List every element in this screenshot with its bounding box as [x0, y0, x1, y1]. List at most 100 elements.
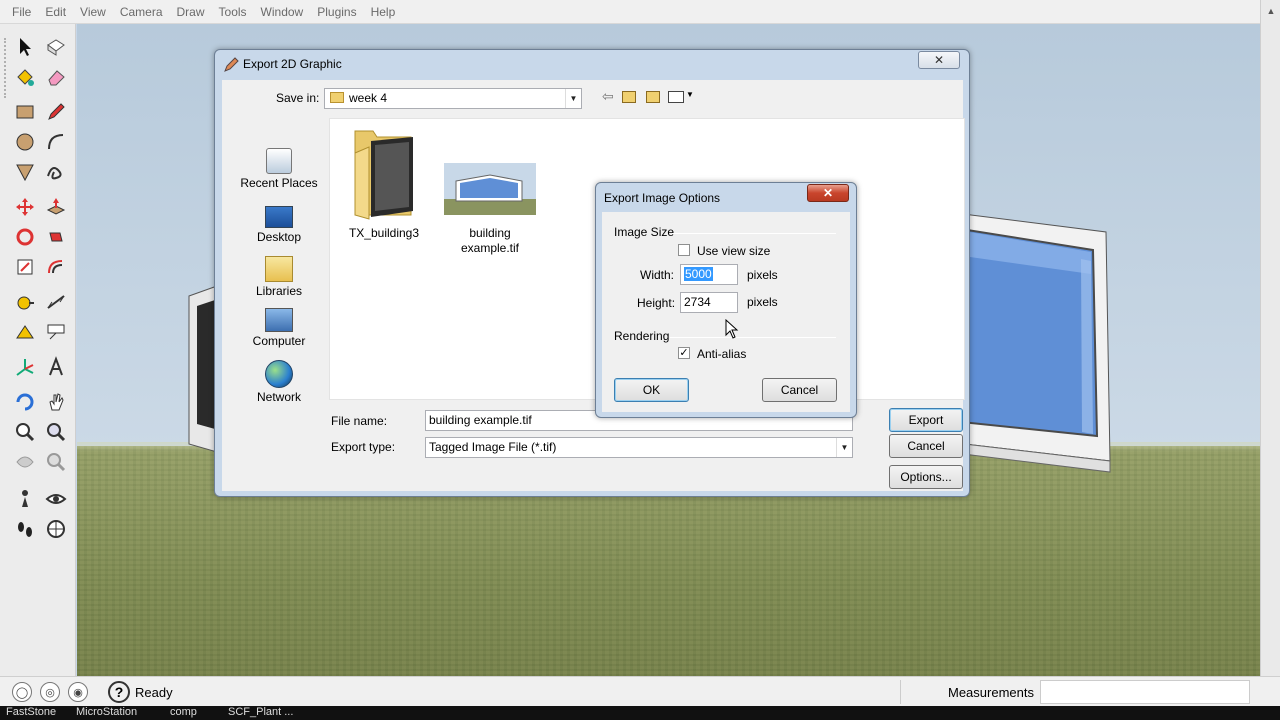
tool-palette: [0, 24, 76, 676]
previous-view-icon[interactable]: [12, 449, 38, 475]
taskbar-item[interactable]: comp: [170, 706, 197, 718]
place-label: Computer: [252, 334, 306, 348]
place-network[interactable]: Network: [230, 360, 328, 404]
menu-edit[interactable]: Edit: [45, 5, 66, 19]
network-globe-icon: [265, 360, 293, 388]
menu-plugins[interactable]: Plugins: [317, 5, 356, 19]
save-in-dropdown[interactable]: week 4 ▼: [324, 88, 582, 109]
place-label: Libraries: [255, 284, 303, 298]
protractor-icon[interactable]: [12, 319, 38, 345]
cancel-button[interactable]: Cancel: [889, 434, 963, 458]
menu-view[interactable]: View: [80, 5, 106, 19]
eraser-icon[interactable]: [43, 64, 69, 90]
taskbar-item[interactable]: FastStone: [6, 706, 56, 718]
look-around-icon[interactable]: [43, 486, 69, 512]
select-tool-icon[interactable]: [12, 34, 38, 60]
zoom-tool-icon[interactable]: [12, 419, 38, 445]
libraries-icon: [265, 256, 293, 282]
circle-tool-icon[interactable]: [12, 129, 38, 155]
component-tool-icon[interactable]: [43, 34, 69, 60]
axes-tool-icon[interactable]: [12, 354, 38, 380]
geo-location-icon[interactable]: ◯: [12, 682, 32, 702]
group-divider: [672, 233, 836, 234]
menu-file[interactable]: File: [12, 5, 31, 19]
height-input[interactable]: 2734: [680, 292, 738, 313]
place-libraries[interactable]: Libraries: [230, 256, 328, 298]
polygon-tool-icon[interactable]: [12, 159, 38, 185]
file-item-image[interactable]: building example.tif: [442, 163, 538, 256]
use-view-size-label: Use view size: [697, 244, 771, 258]
place-label: Recent Places: [240, 176, 318, 190]
file-name-text: building example.tif: [460, 226, 520, 255]
new-folder-icon[interactable]: [646, 91, 660, 103]
pan-tool-icon[interactable]: [43, 389, 69, 415]
menu-bar: File Edit View Camera Draw Tools Window …: [0, 0, 1280, 24]
taskbar: FastStone MicroStation comp SCF_Plant ..…: [0, 706, 1280, 720]
close-icon[interactable]: ✕: [807, 184, 849, 202]
dialog-title: Export 2D Graphic: [243, 57, 342, 71]
chevron-down-icon[interactable]: ▼: [836, 438, 852, 457]
dimension-tool-icon[interactable]: [43, 289, 69, 315]
3d-text-icon[interactable]: [43, 354, 69, 380]
pencil-tool-icon[interactable]: [43, 99, 69, 125]
zoom-window-icon[interactable]: [43, 419, 69, 445]
zoom-extents-icon[interactable]: [43, 449, 69, 475]
arc-tool-icon[interactable]: [43, 129, 69, 155]
options-button[interactable]: Options...: [889, 465, 963, 489]
measurements-input[interactable]: [1040, 680, 1250, 704]
width-value: 5000: [684, 267, 713, 281]
help-icon[interactable]: ?: [108, 681, 130, 703]
image-size-group-label: Image Size: [614, 225, 675, 239]
back-arrow-icon[interactable]: ⇦: [602, 88, 614, 105]
freehand-tool-icon[interactable]: [43, 159, 69, 185]
view-menu-icon[interactable]: [668, 91, 684, 103]
view-menu-chevron-icon[interactable]: ▼: [686, 90, 694, 99]
use-view-size-checkbox[interactable]: [678, 244, 690, 256]
offset-tool-icon[interactable]: [43, 254, 69, 280]
move-tool-icon[interactable]: [12, 194, 38, 220]
text-tool-icon[interactable]: [43, 319, 69, 345]
user-icon[interactable]: ◉: [68, 682, 88, 702]
close-icon[interactable]: ✕: [918, 51, 960, 69]
menu-camera[interactable]: Camera: [120, 5, 163, 19]
orbit-tool-icon[interactable]: [12, 389, 38, 415]
toolbar-grip[interactable]: [4, 38, 7, 98]
group-divider: [670, 337, 836, 338]
export-type-label: Export type:: [331, 440, 396, 454]
taskbar-item[interactable]: SCF_Plant ...: [228, 706, 293, 718]
position-camera-icon[interactable]: [12, 486, 38, 512]
menu-draw[interactable]: Draw: [177, 5, 205, 19]
rectangle-tool-icon[interactable]: [12, 99, 38, 125]
section-plane-icon[interactable]: [43, 516, 69, 542]
menu-window[interactable]: Window: [261, 5, 304, 19]
desktop-icon: [265, 206, 293, 228]
ok-button[interactable]: OK: [614, 378, 689, 402]
export-button[interactable]: Export: [889, 408, 963, 432]
computer-icon: [265, 308, 293, 332]
place-computer[interactable]: Computer: [230, 308, 328, 348]
export-type-select[interactable]: Tagged Image File (*.tif) ▼: [425, 437, 853, 458]
scroll-up-icon[interactable]: ▲: [1264, 4, 1278, 18]
tape-measure-icon[interactable]: [12, 289, 38, 315]
push-pull-icon[interactable]: [43, 194, 69, 220]
anti-alias-checkbox[interactable]: ✓: [678, 347, 690, 359]
workspace-scrollbar[interactable]: ▲: [1260, 0, 1280, 676]
rotate-tool-icon[interactable]: [12, 224, 38, 250]
menu-help[interactable]: Help: [371, 5, 396, 19]
credits-icon[interactable]: ◎: [40, 682, 60, 702]
paint-bucket-icon[interactable]: [12, 64, 38, 90]
place-desktop[interactable]: Desktop: [230, 206, 328, 244]
up-one-level-icon[interactable]: [622, 91, 636, 103]
save-in-label: Save in:: [276, 91, 320, 105]
walk-tool-icon[interactable]: [12, 516, 38, 542]
chevron-down-icon[interactable]: ▼: [565, 89, 581, 108]
menu-tools[interactable]: Tools: [219, 5, 247, 19]
scale-tool-icon[interactable]: [12, 254, 38, 280]
taskbar-item[interactable]: MicroStation: [76, 706, 137, 718]
width-input[interactable]: 5000: [680, 264, 738, 285]
file-name-text: TX_building3: [348, 226, 420, 240]
file-item-folder[interactable]: TX_building3: [342, 123, 426, 240]
place-recent[interactable]: Recent Places: [230, 148, 328, 190]
cancel-button[interactable]: Cancel: [762, 378, 837, 402]
follow-me-icon[interactable]: [43, 224, 69, 250]
